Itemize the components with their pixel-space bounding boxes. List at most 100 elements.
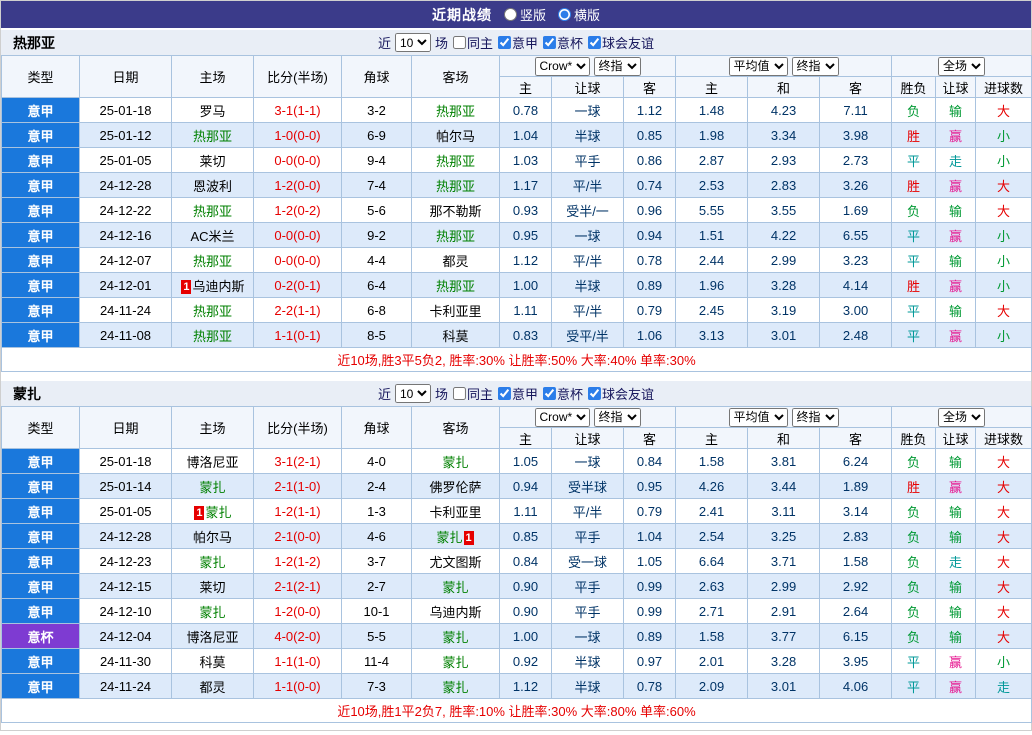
home-team-name[interactable]: 乌迪内斯 bbox=[192, 279, 244, 294]
home-team-name[interactable]: 科莫 bbox=[199, 655, 225, 670]
filter-option-club-friendly[interactable]: 球会友谊 bbox=[588, 384, 654, 403]
layout-option-horizontal[interactable]: 横版 bbox=[558, 5, 600, 24]
away-team-name[interactable]: 热那亚 bbox=[436, 179, 475, 194]
horizontal-layout-radio[interactable] bbox=[558, 8, 571, 21]
score-text[interactable]: 0-0(0-0) bbox=[274, 253, 320, 268]
club-friendly-checkbox[interactable] bbox=[588, 387, 602, 400]
home-team-name[interactable]: 都灵 bbox=[199, 680, 225, 695]
date-cell: 24-12-22 bbox=[79, 197, 172, 223]
score-text[interactable]: 2-1(1-0) bbox=[274, 479, 320, 494]
home-team-name[interactable]: 热那亚 bbox=[193, 329, 232, 344]
score-text[interactable]: 3-1(1-1) bbox=[274, 103, 320, 118]
odds-provider-select[interactable]: Crow* bbox=[534, 56, 590, 76]
away-team-name[interactable]: 都灵 bbox=[442, 254, 468, 269]
handicap-away-odds: 0.99 bbox=[622, 573, 677, 599]
away-team-name[interactable]: 热那亚 bbox=[436, 104, 475, 119]
full-match-select[interactable]: 全场 bbox=[938, 56, 986, 76]
home-team-name[interactable]: 蒙扎 bbox=[205, 505, 231, 520]
away-team-name[interactable]: 蒙扎 bbox=[442, 680, 468, 695]
away-team-name[interactable]: 蒙扎 bbox=[442, 455, 468, 470]
score-text[interactable]: 1-1(1-0) bbox=[274, 654, 320, 669]
final-index-select[interactable]: 终指 bbox=[593, 407, 641, 427]
score-text[interactable]: 1-0(0-0) bbox=[274, 128, 320, 143]
score-text[interactable]: 1-2(0-2) bbox=[274, 203, 320, 218]
home-team-name[interactable]: 热那亚 bbox=[193, 254, 232, 269]
score-text[interactable]: 0-0(0-0) bbox=[274, 153, 320, 168]
home-team-name[interactable]: 蒙扎 bbox=[199, 480, 225, 495]
away-team-name[interactable]: 佛罗伦萨 bbox=[429, 480, 481, 495]
home-team-name[interactable]: 热那亚 bbox=[193, 204, 232, 219]
away-team-name[interactable]: 尤文图斯 bbox=[429, 555, 481, 570]
score-text[interactable]: 2-2(1-1) bbox=[274, 303, 320, 318]
filter-option-club-friendly[interactable]: 球会友谊 bbox=[588, 33, 654, 52]
club-friendly-checkbox[interactable] bbox=[588, 36, 602, 49]
coppa-italia-checkbox[interactable] bbox=[543, 36, 557, 49]
result-outcome: 平 bbox=[891, 322, 937, 348]
vertical-layout-radio[interactable] bbox=[503, 8, 517, 21]
date-cell: 25-01-05 bbox=[79, 147, 172, 173]
average-odds-select[interactable]: 平均值 bbox=[728, 56, 788, 76]
layout-option-vertical[interactable]: 竖版 bbox=[503, 5, 546, 24]
home-team-name[interactable]: 热那亚 bbox=[193, 129, 232, 144]
home-team-name[interactable]: 博洛尼亚 bbox=[186, 630, 238, 645]
home-team-name[interactable]: 罗马 bbox=[199, 104, 225, 119]
score-text[interactable]: 3-1(2-1) bbox=[274, 454, 320, 469]
away-team-name[interactable]: 卡利亚里 bbox=[429, 505, 481, 520]
home-team-name[interactable]: 帕尔马 bbox=[193, 530, 232, 545]
final-index-select-2[interactable]: 终指 bbox=[791, 407, 839, 427]
red-card-badge: 1 bbox=[463, 530, 474, 545]
away-team-name[interactable]: 热那亚 bbox=[436, 229, 475, 244]
away-team-name[interactable]: 蒙扎 bbox=[442, 630, 468, 645]
average-odds-select[interactable]: 平均值 bbox=[728, 407, 788, 427]
filter-option-same-home[interactable]: 同主 bbox=[452, 384, 493, 403]
away-team-name[interactable]: 卡利亚里 bbox=[429, 304, 481, 319]
score-text[interactable]: 1-1(0-0) bbox=[274, 679, 320, 694]
home-team-name[interactable]: 蒙扎 bbox=[199, 555, 225, 570]
away-team-name[interactable]: 蒙扎 bbox=[442, 580, 468, 595]
odds-provider-select[interactable]: Crow* bbox=[534, 407, 590, 427]
sub-col-header: 胜负 bbox=[891, 76, 937, 98]
score-text[interactable]: 1-2(0-0) bbox=[274, 178, 320, 193]
same-home-checkbox[interactable] bbox=[452, 387, 466, 400]
score-text[interactable]: 0-2(0-1) bbox=[274, 278, 320, 293]
home-team-name[interactable]: 蒙扎 bbox=[199, 605, 225, 620]
filter-option-serie-a[interactable]: 意甲 bbox=[498, 384, 538, 403]
home-team-name[interactable]: AC米兰 bbox=[190, 229, 234, 244]
score-text[interactable]: 1-1(0-1) bbox=[274, 328, 320, 343]
handicap-home-odds: 1.12 bbox=[499, 247, 552, 273]
filter-option-coppa-italia[interactable]: 意杯 bbox=[543, 384, 583, 403]
home-team-name[interactable]: 莱切 bbox=[199, 154, 225, 169]
away-team-name[interactable]: 蒙扎 bbox=[442, 655, 468, 670]
score-text[interactable]: 1-2(1-2) bbox=[274, 554, 320, 569]
score-text[interactable]: 4-0(2-0) bbox=[274, 629, 320, 644]
score-text[interactable]: 0-0(0-0) bbox=[274, 228, 320, 243]
score-text[interactable]: 2-1(2-1) bbox=[274, 579, 320, 594]
filter-option-same-home[interactable]: 同主 bbox=[452, 33, 493, 52]
home-team-name[interactable]: 博洛尼亚 bbox=[186, 455, 238, 470]
away-team-name[interactable]: 热那亚 bbox=[436, 154, 475, 169]
score-text[interactable]: 2-1(0-0) bbox=[274, 529, 320, 544]
away-team-name[interactable]: 乌迪内斯 bbox=[429, 605, 481, 620]
final-index-select[interactable]: 终指 bbox=[593, 56, 641, 76]
away-team-name[interactable]: 科莫 bbox=[442, 329, 468, 344]
same-home-checkbox[interactable] bbox=[452, 36, 466, 49]
coppa-italia-checkbox[interactable] bbox=[543, 387, 557, 400]
filter-option-coppa-italia[interactable]: 意杯 bbox=[543, 33, 583, 52]
serie-a-checkbox[interactable] bbox=[498, 36, 511, 49]
score-text[interactable]: 1-2(1-1) bbox=[274, 504, 320, 519]
avg-draw-odds: 3.01 bbox=[747, 673, 821, 699]
home-team-name[interactable]: 热那亚 bbox=[193, 304, 232, 319]
serie-a-checkbox[interactable] bbox=[498, 387, 511, 400]
home-team-name[interactable]: 恩波利 bbox=[193, 179, 232, 194]
away-team-name[interactable]: 蒙扎 bbox=[436, 530, 462, 545]
recent-count-select[interactable]: 10 bbox=[394, 33, 431, 52]
score-text[interactable]: 1-2(0-0) bbox=[274, 604, 320, 619]
home-team-name[interactable]: 莱切 bbox=[199, 580, 225, 595]
recent-count-select[interactable]: 10 bbox=[394, 384, 431, 403]
full-match-select[interactable]: 全场 bbox=[938, 407, 986, 427]
filter-option-serie-a[interactable]: 意甲 bbox=[498, 33, 538, 52]
away-team-name[interactable]: 热那亚 bbox=[436, 279, 475, 294]
away-team-name[interactable]: 那不勒斯 bbox=[429, 204, 481, 219]
away-team-name[interactable]: 帕尔马 bbox=[436, 129, 475, 144]
final-index-select-2[interactable]: 终指 bbox=[791, 56, 839, 76]
